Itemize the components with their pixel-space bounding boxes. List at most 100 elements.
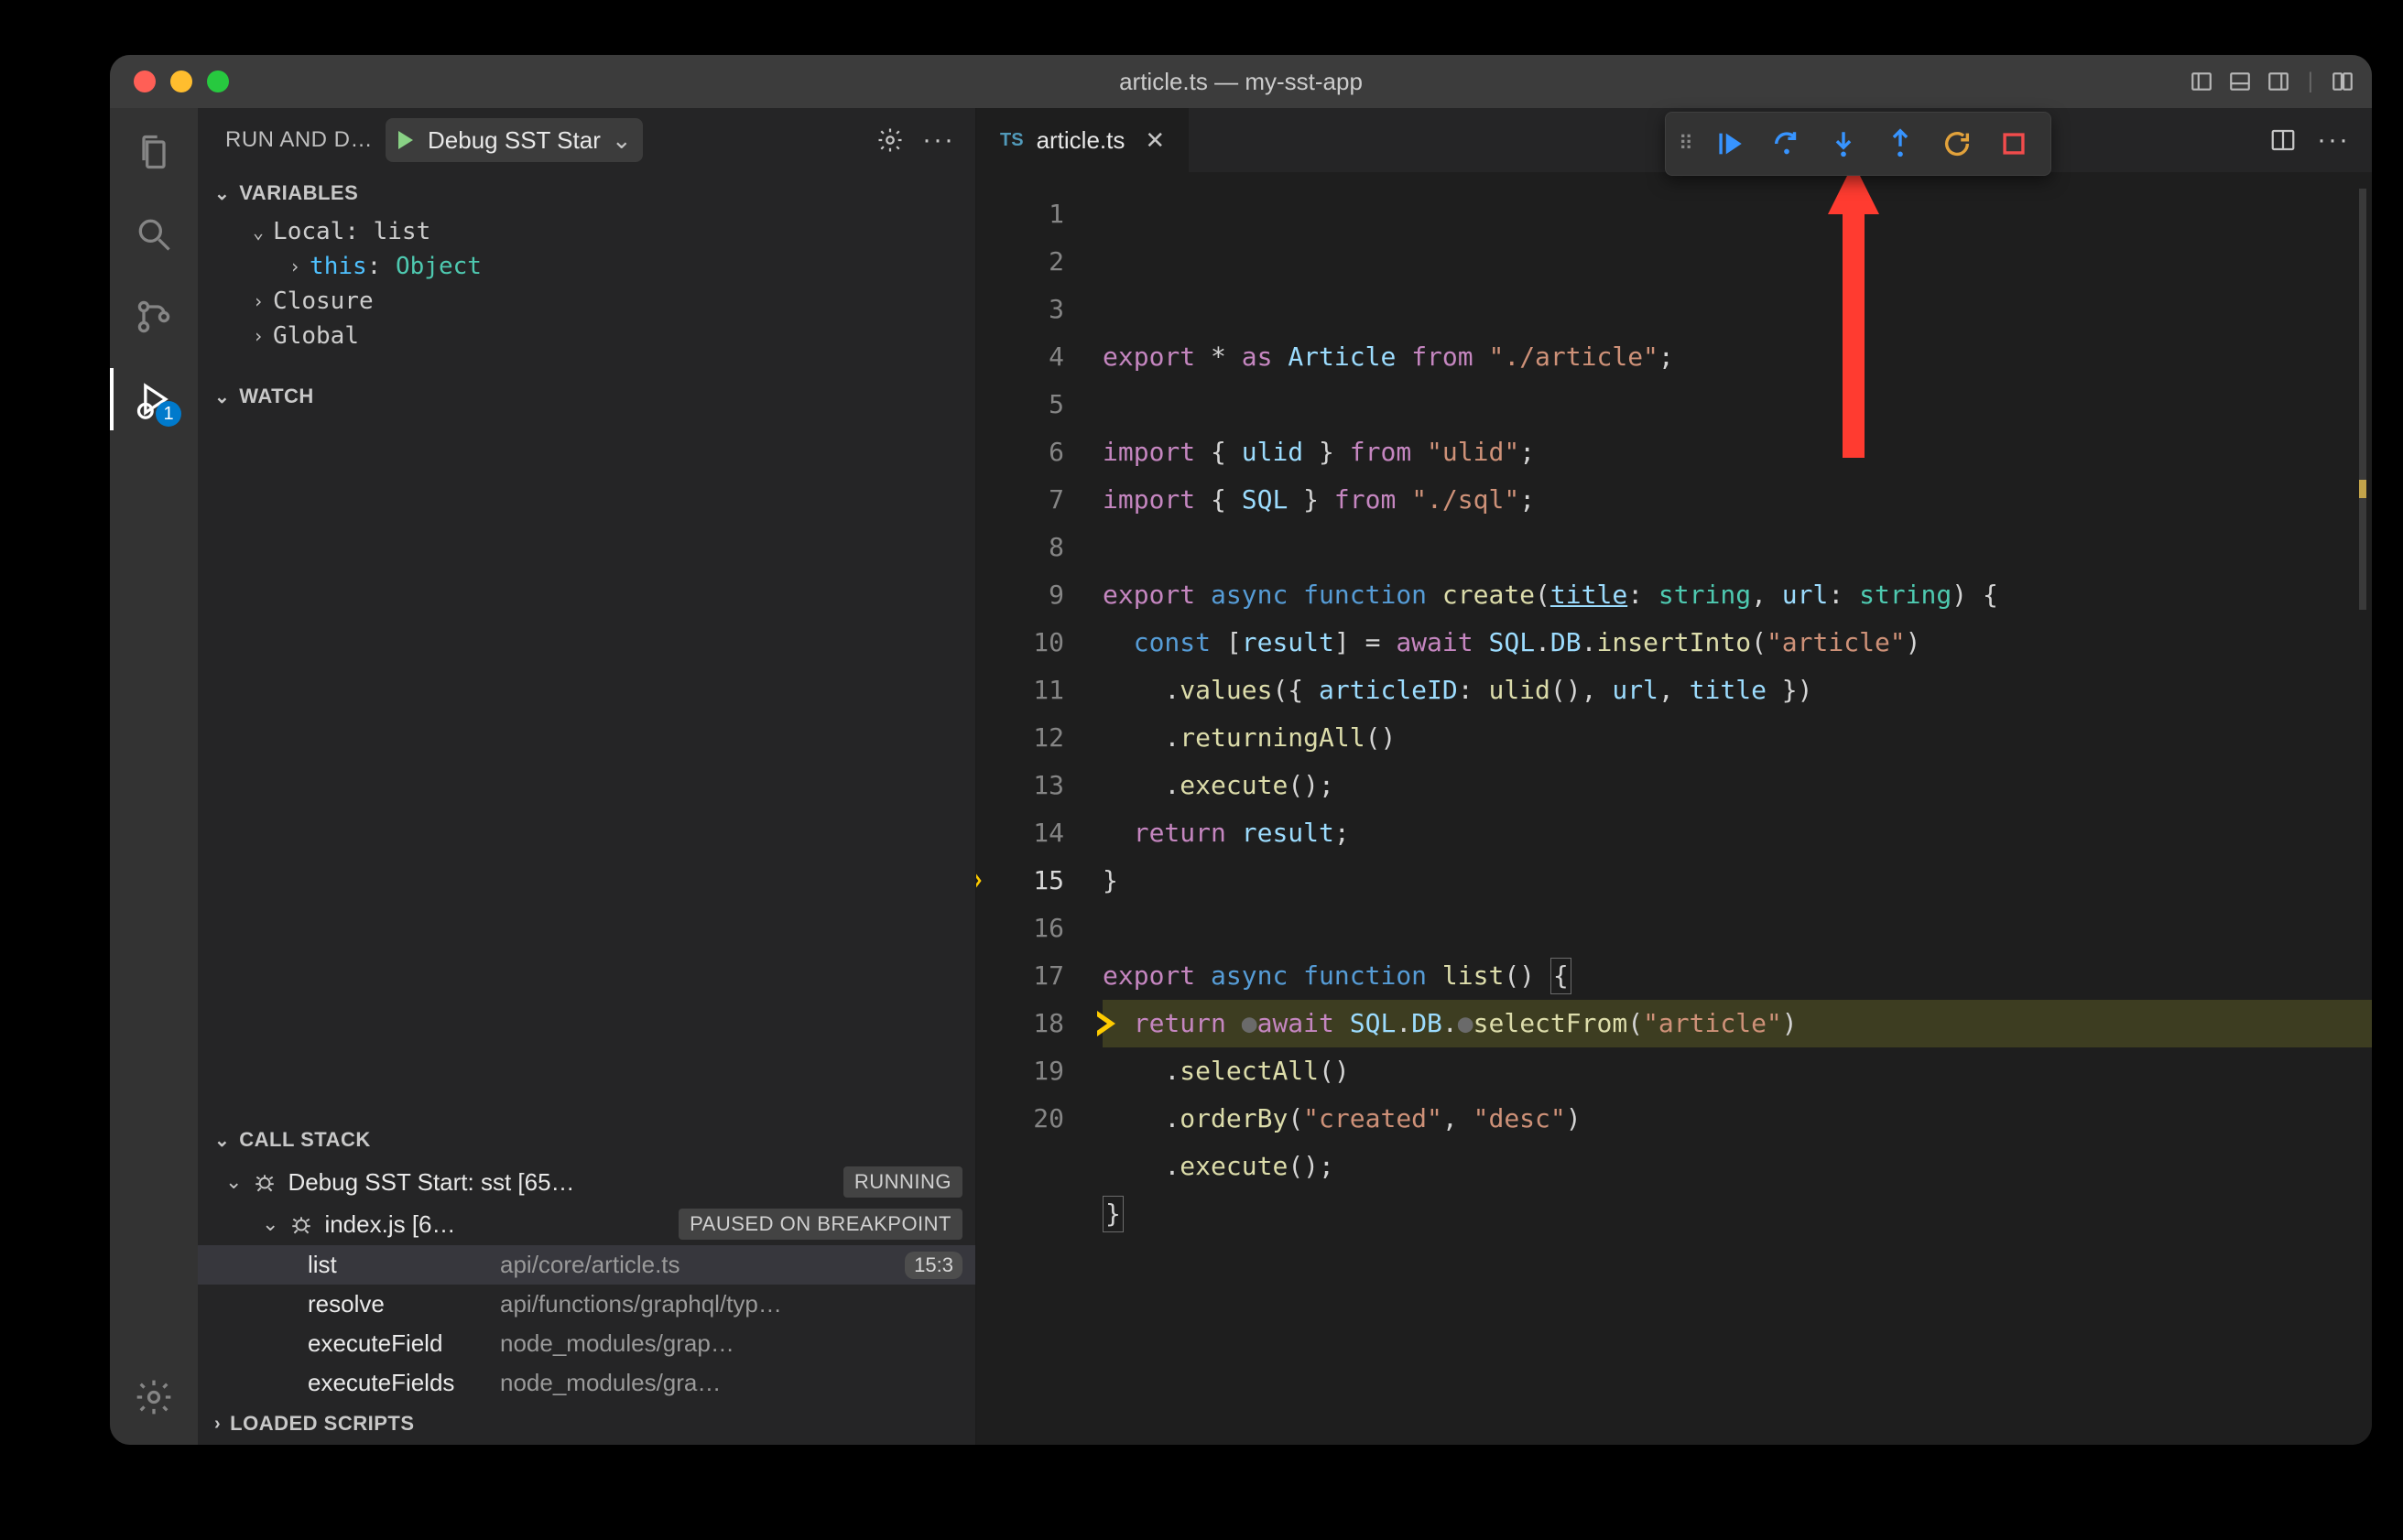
code-line[interactable]: export async function list() { — [1103, 952, 2372, 1000]
debug-settings-icon[interactable] — [876, 126, 904, 154]
maximize-window-button[interactable] — [207, 70, 229, 92]
code-line[interactable] — [1103, 1238, 2372, 1285]
debug-config-selector[interactable]: Debug SST Star ⌄ — [386, 118, 643, 162]
close-window-button[interactable] — [134, 70, 156, 92]
code-line[interactable] — [1103, 381, 2372, 428]
line-number[interactable]: 9 — [976, 571, 1064, 619]
callstack-header[interactable]: ⌄ CALL STACK — [198, 1119, 975, 1161]
line-number[interactable]: 1 — [976, 190, 1064, 238]
code-line[interactable]: const [result] = await SQL.DB.insertInto… — [1103, 619, 2372, 667]
line-number[interactable]: 8 — [976, 524, 1064, 571]
line-number[interactable]: 13 — [976, 762, 1064, 809]
more-actions-icon[interactable]: ··· — [922, 125, 955, 156]
step-out-button[interactable] — [1876, 120, 1924, 168]
thread-status: RUNNING — [843, 1166, 962, 1198]
split-editor-icon[interactable] — [2269, 126, 2297, 154]
code-line[interactable]: return ●await SQL.DB.●selectFrom("articl… — [1103, 1000, 2372, 1047]
customize-layout-icon[interactable] — [2330, 69, 2355, 94]
more-actions-icon[interactable]: ··· — [2317, 125, 2350, 156]
tab-article-ts[interactable]: TS article.ts ✕ — [976, 108, 1189, 172]
line-number[interactable]: 19 — [976, 1047, 1064, 1095]
breakpoint-marker-icon[interactable] — [976, 870, 984, 892]
line-number[interactable]: 16 — [976, 905, 1064, 952]
line-number[interactable]: 20 — [976, 1095, 1064, 1143]
scope-local[interactable]: ⌄ Local: list — [198, 214, 975, 249]
code-line[interactable]: } — [1103, 857, 2372, 905]
source-control-icon[interactable] — [130, 293, 178, 341]
line-number[interactable]: 10 — [976, 619, 1064, 667]
stop-button[interactable] — [1990, 120, 2038, 168]
code-line[interactable] — [1103, 524, 2372, 571]
code-line[interactable]: .values({ articleID: ulid(), url, title … — [1103, 667, 2372, 714]
step-into-button[interactable] — [1820, 120, 1867, 168]
callstack-thread[interactable]: ⌄ Debug SST Start: sst [65… RUNNING — [198, 1161, 975, 1203]
continue-button[interactable] — [1706, 120, 1754, 168]
chevron-right-icon: › — [253, 290, 264, 312]
run-debug-icon[interactable]: 1 — [130, 375, 178, 423]
callstack-frame[interactable]: resolveapi/functions/graphql/typ… — [198, 1285, 975, 1324]
frame-status: PAUSED ON BREAKPOINT — [679, 1209, 962, 1240]
callstack-frame[interactable]: executeFieldnode_modules/grap… — [198, 1324, 975, 1363]
line-number[interactable]: 11 — [976, 667, 1064, 714]
toggle-panel-icon[interactable] — [2227, 69, 2253, 94]
callstack-frame-group[interactable]: ⌄ index.js [6… PAUSED ON BREAKPOINT — [198, 1203, 975, 1245]
code-line[interactable]: .orderBy("created", "desc") — [1103, 1095, 2372, 1143]
scope-closure[interactable]: › Closure — [198, 284, 975, 319]
code-line[interactable]: } — [1103, 1190, 2372, 1238]
toggle-secondary-sidebar-icon[interactable] — [2266, 69, 2291, 94]
line-gutter[interactable]: 1234567891011121314151617181920 — [976, 172, 1086, 1445]
frame-fn: executeField — [308, 1329, 473, 1358]
line-number[interactable]: 4 — [976, 333, 1064, 381]
callstack-frame[interactable]: listapi/core/article.ts15:3 — [198, 1245, 975, 1285]
line-number[interactable]: 14 — [976, 809, 1064, 857]
settings-gear-icon[interactable] — [130, 1373, 178, 1421]
scope-label: Closure — [273, 287, 374, 315]
code-line[interactable]: .execute(); — [1103, 762, 2372, 809]
scope-label: Local: list — [273, 218, 430, 245]
line-number[interactable]: 7 — [976, 476, 1064, 524]
restart-button[interactable] — [1933, 120, 1981, 168]
variables-tree: ⌄ Local: list › this: Object › Closure ›… — [198, 214, 975, 353]
chevron-right-icon: › — [214, 1414, 221, 1435]
search-icon[interactable] — [130, 211, 178, 258]
start-debug-icon[interactable] — [398, 131, 413, 149]
code-line[interactable] — [1103, 905, 2372, 952]
code-line[interactable]: .returningAll() — [1103, 714, 2372, 762]
variables-header[interactable]: ⌄ VARIABLES — [198, 172, 975, 214]
line-number[interactable]: 18 — [976, 1000, 1064, 1047]
line-number[interactable]: 2 — [976, 238, 1064, 286]
bug-icon — [289, 1212, 313, 1236]
line-number[interactable]: 3 — [976, 286, 1064, 333]
variable-this[interactable]: › this: Object — [198, 249, 975, 284]
line-number[interactable]: 15 — [976, 857, 1064, 905]
code-content[interactable]: export * as Article from "./article"; im… — [1086, 172, 2372, 1445]
code-line[interactable]: import { ulid } from "ulid"; — [1103, 428, 2372, 476]
code-line[interactable]: import { SQL } from "./sql"; — [1103, 476, 2372, 524]
line-number[interactable]: 6 — [976, 428, 1064, 476]
scope-global[interactable]: › Global — [198, 319, 975, 353]
line-number[interactable]: 5 — [976, 381, 1064, 428]
code-line[interactable]: .execute(); — [1103, 1143, 2372, 1190]
line-number[interactable]: 17 — [976, 952, 1064, 1000]
code-line[interactable]: return result; — [1103, 809, 2372, 857]
explorer-icon[interactable] — [130, 128, 178, 176]
frame-name: index.js [6… — [324, 1210, 455, 1239]
line-number[interactable]: 12 — [976, 714, 1064, 762]
callstack-frame[interactable]: executeFieldsnode_modules/gra… — [198, 1363, 975, 1403]
loaded-scripts-header[interactable]: › LOADED SCRIPTS — [198, 1403, 975, 1445]
debug-sidebar: RUN AND D… Debug SST Star ⌄ ··· ⌄ VAR — [198, 108, 976, 1445]
debug-toolbar[interactable]: ⠿ — [1665, 112, 2051, 176]
code-line[interactable]: export async function create(title: stri… — [1103, 571, 2372, 619]
drag-handle-icon[interactable]: ⠿ — [1679, 132, 1697, 156]
step-over-button[interactable] — [1763, 120, 1810, 168]
chevron-down-icon[interactable]: ⌄ — [612, 126, 632, 155]
window-controls — [110, 70, 229, 92]
close-tab-icon[interactable]: ✕ — [1145, 126, 1165, 155]
toggle-primary-sidebar-icon[interactable] — [2189, 69, 2214, 94]
code-line[interactable]: export * as Article from "./article"; — [1103, 333, 2372, 381]
minimize-window-button[interactable] — [170, 70, 192, 92]
code-area[interactable]: 1234567891011121314151617181920 export *… — [976, 172, 2372, 1445]
watch-header[interactable]: ⌄ WATCH — [198, 375, 975, 418]
vscode-window: article.ts — my-sst-app | — [110, 55, 2372, 1445]
code-line[interactable]: .selectAll() — [1103, 1047, 2372, 1095]
